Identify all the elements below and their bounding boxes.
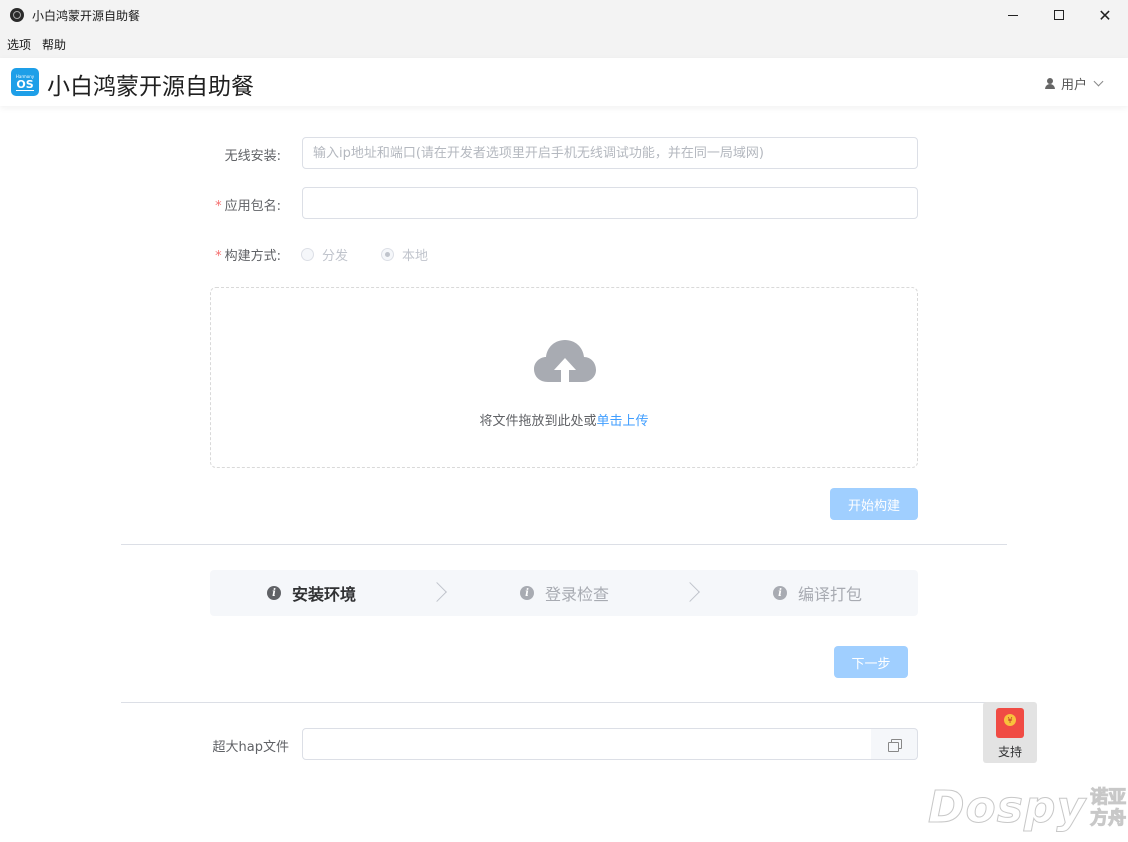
watermark: Dospy 诺亚 方舟 [927, 782, 1127, 834]
step-install-env: i 安装环境 [267, 570, 356, 616]
red-envelope-icon: ¥ [996, 708, 1024, 738]
next-step-button[interactable]: 下一步 [834, 646, 908, 678]
cloud-upload-icon [534, 340, 596, 384]
window-controls: ✕ [990, 0, 1128, 30]
wireless-install-input[interactable] [302, 137, 918, 169]
harmonyos-logo: Harmony OS [11, 68, 39, 96]
chevron-right-icon [680, 582, 700, 602]
menu-item-help[interactable]: 帮助 [42, 36, 66, 53]
maximize-icon [1054, 10, 1064, 20]
radio-circle [301, 248, 314, 261]
large-hap-label: 超大hap文件 [212, 740, 289, 755]
title-bar: 小白鸿蒙开源自助餐 ✕ [0, 0, 1128, 30]
step-label: 安装环境 [292, 585, 357, 604]
logo-os-text: OS [16, 77, 34, 91]
large-hap-input[interactable] [302, 728, 872, 760]
required-mark: * [215, 249, 222, 264]
radio-circle-checked [381, 248, 394, 261]
chevron-down-icon [1093, 76, 1104, 87]
package-name-input[interactable] [302, 187, 918, 219]
close-icon: ✕ [1098, 5, 1112, 25]
copy-icon [887, 738, 902, 752]
build-method-label-text: 构建方式: [224, 249, 281, 264]
radio-local[interactable]: 本地 [381, 245, 428, 264]
radio-distribute[interactable]: 分发 [301, 245, 348, 264]
upload-dropzone[interactable]: 将文件拖放到此处或单击上传 [210, 287, 918, 468]
maximize-button[interactable] [1036, 0, 1082, 30]
watermark-side-top: 诺亚 [1090, 786, 1127, 808]
minimize-icon [1008, 14, 1018, 16]
app-icon [10, 8, 24, 22]
info-icon: i [773, 586, 787, 600]
step-label: 登录检查 [545, 585, 610, 604]
radio-local-label: 本地 [402, 249, 429, 264]
upload-hint-text: 将文件拖放到此处或 [479, 414, 597, 429]
package-name-label-text: 应用包名: [224, 199, 281, 214]
build-method-label: * 构建方式: [191, 245, 281, 264]
close-button[interactable]: ✕ [1082, 0, 1128, 30]
divider [121, 702, 1007, 703]
user-icon [1044, 78, 1055, 89]
info-icon: i [520, 586, 534, 600]
minimize-button[interactable] [990, 0, 1036, 30]
user-label: 用户 [1060, 78, 1087, 93]
watermark-side: 诺亚 方舟 [1090, 786, 1127, 829]
support-label: 支持 [997, 745, 1022, 759]
watermark-main: Dospy [927, 782, 1087, 834]
window-title: 小白鸿蒙开源自助餐 [32, 8, 141, 23]
support-button[interactable]: ¥ 支持 [983, 702, 1037, 763]
chevron-right-icon [427, 582, 447, 602]
step-label: 编译打包 [798, 585, 863, 604]
step-login-check: i 登录检查 [520, 570, 609, 616]
menu-item-options[interactable]: 选项 [7, 36, 31, 53]
brand-title: 小白鸿蒙开源自助餐 [47, 74, 254, 100]
step-compile-package: i 编译打包 [773, 570, 862, 616]
divider [121, 544, 1007, 545]
package-name-label: * 应用包名: [191, 195, 281, 214]
watermark-side-bottom: 方舟 [1090, 807, 1127, 829]
info-icon: i [267, 586, 281, 600]
start-build-button[interactable]: 开始构建 [830, 488, 918, 520]
click-upload-link[interactable]: 单击上传 [597, 414, 649, 429]
required-mark: * [215, 199, 222, 214]
menu-bar: 选项 帮助 [0, 30, 1128, 58]
steps-bar: i 安装环境 i 登录检查 i 编译打包 [210, 570, 918, 616]
radio-distribute-label: 分发 [322, 249, 349, 264]
wireless-install-label: 无线安装: [224, 149, 281, 164]
upload-hint: 将文件拖放到此处或单击上传 [211, 410, 917, 429]
coin-icon: ¥ [1004, 714, 1016, 726]
app-header: Harmony OS 小白鸿蒙开源自助餐 用户 [0, 58, 1128, 106]
user-menu[interactable]: 用户 [1044, 74, 1104, 93]
select-file-button[interactable] [871, 728, 918, 760]
